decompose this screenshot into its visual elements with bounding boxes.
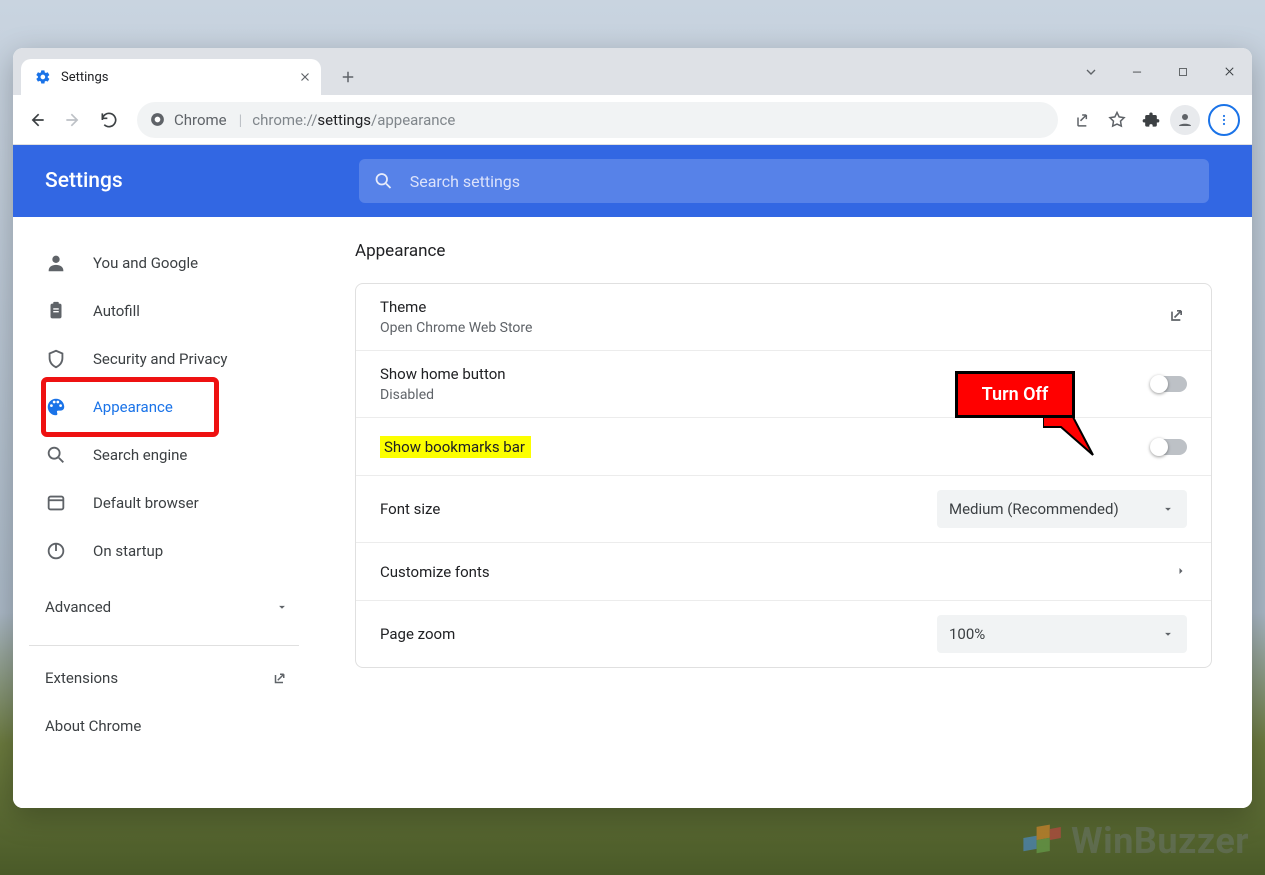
sidebar-item-security[interactable]: Security and Privacy xyxy=(13,335,315,383)
nav-reload-button[interactable] xyxy=(91,102,127,138)
open-external-icon xyxy=(271,669,289,687)
select-page-zoom[interactable]: 100% xyxy=(937,615,1187,653)
caret-down-icon xyxy=(1161,502,1175,516)
row-home-button: Show home button Disabled xyxy=(356,351,1211,418)
address-bar[interactable]: Chrome | chrome://settings/appearance xyxy=(137,102,1058,138)
row-zoom-title: Page zoom xyxy=(380,625,455,643)
row-customize-fonts[interactable]: Customize fonts xyxy=(356,543,1211,601)
row-home-subtitle: Disabled xyxy=(380,387,506,403)
chrome-menu-button[interactable] xyxy=(1208,104,1240,136)
bookmark-star-icon[interactable] xyxy=(1100,102,1134,138)
caret-down-icon xyxy=(275,600,289,614)
sidebar-about-label: About Chrome xyxy=(45,717,141,735)
sidebar-item-search-engine[interactable]: Search engine xyxy=(13,431,315,479)
settings-search-box[interactable] xyxy=(359,159,1209,203)
select-page-zoom-value: 100% xyxy=(949,625,985,643)
appearance-card: Theme Open Chrome Web Store Show home bu… xyxy=(355,283,1212,668)
row-font-size: Font size Medium (Recommended) xyxy=(356,476,1211,543)
sidebar-separator xyxy=(29,645,299,646)
new-tab-button[interactable] xyxy=(333,62,363,92)
chrome-page-icon: Chrome xyxy=(149,111,227,129)
omnibox-divider: | xyxy=(239,111,243,129)
shield-icon xyxy=(45,348,67,370)
url-path: /appearance xyxy=(371,111,455,129)
settings-header-title: Settings xyxy=(45,169,123,193)
open-external-icon xyxy=(1167,305,1187,329)
settings-header: Settings xyxy=(13,145,1252,217)
tab-strip: Settings xyxy=(13,48,1252,95)
sidebar-item-autofill[interactable]: Autofill xyxy=(13,287,315,335)
power-icon xyxy=(45,540,67,562)
sidebar-item-label: Appearance xyxy=(93,398,173,416)
tab-search-chevron-icon[interactable] xyxy=(1068,48,1114,95)
sidebar-item-label: Search engine xyxy=(93,446,187,464)
sidebar-about-chrome-link[interactable]: About Chrome xyxy=(13,702,315,750)
sidebar-item-label: Security and Privacy xyxy=(93,350,228,368)
chevron-right-icon xyxy=(1175,562,1187,581)
close-tab-icon[interactable] xyxy=(297,69,313,85)
profile-avatar-button[interactable] xyxy=(1170,105,1200,135)
sidebar-item-you-and-google[interactable]: You and Google xyxy=(13,239,315,287)
watermark-text: WinBuzzer xyxy=(1071,820,1249,862)
person-icon xyxy=(45,252,67,274)
sidebar-advanced-toggle[interactable]: Advanced xyxy=(13,583,315,631)
sidebar-extensions-label: Extensions xyxy=(45,669,118,687)
select-font-size-value: Medium (Recommended) xyxy=(949,500,1119,518)
sidebar-item-default-browser[interactable]: Default browser xyxy=(13,479,315,527)
browser-tab[interactable]: Settings xyxy=(21,59,321,95)
row-bookmarks-bar: Show bookmarks bar xyxy=(356,418,1211,476)
row-theme-subtitle: Open Chrome Web Store xyxy=(380,320,532,336)
window-close-button[interactable] xyxy=(1206,48,1252,95)
url-host: settings xyxy=(317,111,371,129)
extensions-puzzle-icon[interactable] xyxy=(1134,102,1168,138)
settings-search-input[interactable] xyxy=(410,172,1195,191)
toggle-home-button[interactable] xyxy=(1151,376,1187,392)
sidebar-item-label: You and Google xyxy=(93,254,198,272)
search-icon xyxy=(45,444,67,466)
share-icon[interactable] xyxy=(1066,102,1100,138)
search-icon xyxy=(373,170,394,192)
window-minimize-button[interactable] xyxy=(1114,48,1160,95)
nav-forward-button[interactable] xyxy=(55,102,91,138)
browser-toolbar: Chrome | chrome://settings/appearance xyxy=(13,95,1252,145)
palette-icon xyxy=(45,396,67,418)
row-fontsize-title: Font size xyxy=(380,500,440,518)
toggle-bookmarks-bar[interactable] xyxy=(1151,439,1187,455)
sidebar-item-label: Default browser xyxy=(93,494,199,512)
row-bookmarks-title: Show bookmarks bar xyxy=(380,436,531,458)
window-maximize-button[interactable] xyxy=(1160,48,1206,95)
section-title: Appearance xyxy=(355,241,1212,261)
row-theme[interactable]: Theme Open Chrome Web Store xyxy=(356,284,1211,351)
row-theme-title: Theme xyxy=(380,298,532,316)
watermark: WinBuzzer xyxy=(1019,819,1249,863)
caret-down-icon xyxy=(1161,627,1175,641)
tab-title: Settings xyxy=(61,70,108,85)
row-page-zoom: Page zoom 100% xyxy=(356,601,1211,667)
settings-gear-icon xyxy=(35,69,51,85)
browser-window-icon xyxy=(45,492,67,514)
nav-back-button[interactable] xyxy=(19,102,55,138)
site-identity-label: Chrome xyxy=(174,111,227,129)
url-scheme: chrome:// xyxy=(252,111,317,129)
sidebar-item-label: Autofill xyxy=(93,302,140,320)
sidebar-item-on-startup[interactable]: On startup xyxy=(13,527,315,575)
sidebar-item-appearance[interactable]: Appearance xyxy=(25,383,303,431)
sidebar-extensions-link[interactable]: Extensions xyxy=(13,654,315,702)
clipboard-icon xyxy=(45,300,67,322)
row-customfonts-title: Customize fonts xyxy=(380,563,490,581)
sidebar-item-label: On startup xyxy=(93,542,163,560)
settings-sidebar: You and Google Autofill Security and Pri… xyxy=(13,217,315,808)
row-home-title: Show home button xyxy=(380,365,506,383)
sidebar-advanced-label: Advanced xyxy=(45,598,111,616)
watermark-logo-icon xyxy=(1019,819,1063,863)
select-font-size[interactable]: Medium (Recommended) xyxy=(937,490,1187,528)
settings-main: Appearance Theme Open Chrome Web Store xyxy=(315,217,1252,808)
